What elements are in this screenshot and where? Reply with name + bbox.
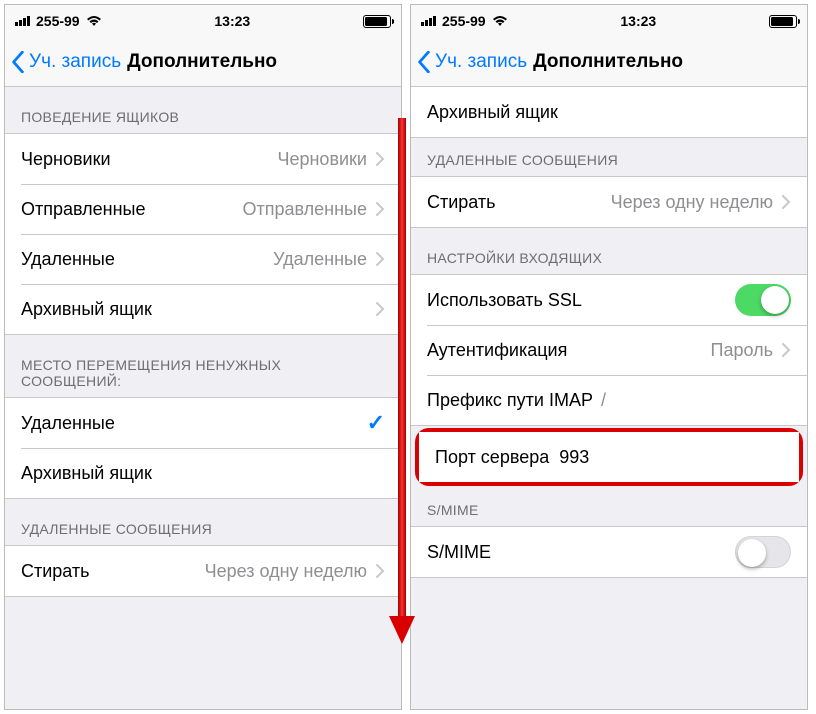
nav-title: Дополнительно xyxy=(127,51,277,73)
section-header-deleted-messages: УДАЛЕННЫЕ СООБЩЕНИЯ xyxy=(5,499,401,545)
nav-bar: Уч. запись Дополнительно xyxy=(411,37,807,87)
drafts-label: Черновики xyxy=(21,149,111,170)
battery-icon xyxy=(769,15,797,28)
clock: 13:23 xyxy=(214,13,250,29)
auth-value: Пароль xyxy=(567,340,781,361)
signal-icon xyxy=(15,16,30,26)
remove-value: Через одну неделю xyxy=(90,561,375,582)
highlight-annotation: Порт сервера 993 xyxy=(415,428,803,486)
status-bar: 255-99 13:23 xyxy=(411,5,807,37)
wifi-icon xyxy=(492,15,508,27)
battery-icon xyxy=(363,15,391,28)
back-label: Уч. запись xyxy=(29,51,121,73)
section-header-incoming: НАСТРОЙКИ ВХОДЯЩИХ xyxy=(411,228,807,274)
carrier-label: 255-99 xyxy=(442,13,486,29)
remove-value: Через одну неделю xyxy=(496,192,781,213)
wifi-icon xyxy=(86,15,102,27)
clock: 13:23 xyxy=(620,13,656,29)
back-label: Уч. запись xyxy=(435,51,527,73)
row-deleted[interactable]: Удаленные Удаленные xyxy=(5,234,401,284)
archive-label: Архивный ящик xyxy=(427,102,558,123)
remove-label: Стирать xyxy=(427,192,496,213)
row-drafts[interactable]: Черновики Черновики xyxy=(5,134,401,184)
section-header-deleted-messages: УДАЛЕННЫЕ СООБЩЕНИЯ xyxy=(411,138,807,176)
row-imap-prefix[interactable]: Префикс пути IMAP / xyxy=(411,375,807,425)
row-authentication[interactable]: Аутентификация Пароль xyxy=(411,325,807,375)
smime-label: S/MIME xyxy=(427,542,491,563)
row-archive-mailbox[interactable]: Архивный ящик xyxy=(411,87,807,137)
row-remove[interactable]: Стирать Через одну неделю xyxy=(5,546,401,596)
imap-prefix-label: Префикс пути IMAP xyxy=(427,390,593,411)
chevron-right-icon xyxy=(375,301,385,317)
chevron-right-icon xyxy=(375,563,385,579)
row-server-port[interactable]: Порт сервера 993 xyxy=(419,432,799,482)
ssl-toggle[interactable] xyxy=(735,284,791,316)
row-archive-mailbox[interactable]: Архивный ящик xyxy=(5,284,401,334)
archive-label: Архивный ящик xyxy=(21,299,152,320)
chevron-right-icon xyxy=(375,251,385,267)
row-smime[interactable]: S/MIME xyxy=(411,527,807,577)
move-deleted-label: Удаленные xyxy=(21,413,115,434)
section-header-move-discarded: МЕСТО ПЕРЕМЕЩЕНИЯ НЕНУЖНЫХ СООБЩЕНИЙ: xyxy=(5,335,401,397)
drafts-value: Черновики xyxy=(111,149,375,170)
chevron-right-icon xyxy=(781,342,791,358)
row-sent[interactable]: Отправленные Отправленные xyxy=(5,184,401,234)
imap-prefix-value: / xyxy=(593,390,614,411)
chevron-right-icon xyxy=(375,151,385,167)
nav-title: Дополнительно xyxy=(533,51,683,73)
row-remove[interactable]: Стирать Через одну неделю xyxy=(411,177,807,227)
move-archive-label: Архивный ящик xyxy=(21,463,152,484)
row-move-archive[interactable]: Архивный ящик xyxy=(5,448,401,498)
chevron-right-icon xyxy=(375,201,385,217)
auth-label: Аутентификация xyxy=(427,340,567,361)
carrier-label: 255-99 xyxy=(36,13,80,29)
checkmark-icon: ✓ xyxy=(367,410,385,436)
section-header-smime: S/MIME xyxy=(411,488,807,526)
deleted-value: Удаленные xyxy=(115,249,375,270)
phone-screen-right: 255-99 13:23 Уч. запись Дополнительно Ар… xyxy=(410,4,808,710)
row-move-deleted[interactable]: Удаленные ✓ xyxy=(5,398,401,448)
back-button[interactable]: Уч. запись xyxy=(417,51,527,73)
smime-toggle[interactable] xyxy=(735,536,791,568)
back-button[interactable]: Уч. запись xyxy=(11,51,121,73)
section-header-mailbox-behavior: ПОВЕДЕНИЕ ЯЩИКОВ xyxy=(5,87,401,133)
phone-screen-left: 255-99 13:23 Уч. запись Дополнительно ПО… xyxy=(4,4,402,710)
deleted-label: Удаленные xyxy=(21,249,115,270)
status-bar: 255-99 13:23 xyxy=(5,5,401,37)
row-use-ssl[interactable]: Использовать SSL xyxy=(411,275,807,325)
port-value: 993 xyxy=(549,447,597,468)
remove-label: Стирать xyxy=(21,561,90,582)
chevron-right-icon xyxy=(781,194,791,210)
ssl-label: Использовать SSL xyxy=(427,290,582,311)
nav-bar: Уч. запись Дополнительно xyxy=(5,37,401,87)
sent-label: Отправленные xyxy=(21,199,146,220)
signal-icon xyxy=(421,16,436,26)
sent-value: Отправленные xyxy=(146,199,375,220)
port-label: Порт сервера xyxy=(435,447,549,468)
